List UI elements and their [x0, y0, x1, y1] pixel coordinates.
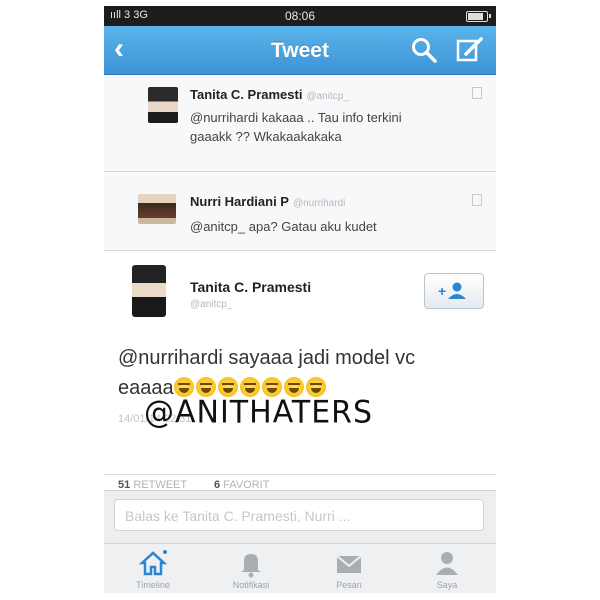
clock: 08:06 [284, 9, 316, 23]
reply-author: Tanita C. Pramesti @anitcp_ [190, 87, 349, 102]
tab-label: Timeline [136, 580, 170, 590]
tweet-text-line: @nurrihardi sayaaa jadi model vc [118, 347, 416, 369]
navigation-bar: ‹ Tweet [104, 26, 496, 75]
list-item[interactable]: Nurri Hardiani P @nurrihardi @anitcp_ apa… [104, 172, 496, 251]
person-icon [436, 552, 458, 575]
reply-author: Nurri Hardiani P @nurrihardi [190, 194, 345, 209]
reply-input[interactable]: Balas ke Tanita C. Pramesti, Nurri ... [114, 499, 484, 531]
tab-timeline[interactable]: Timeline [114, 544, 192, 593]
author-name: Tanita C. Pramesti [190, 87, 303, 102]
search-icon[interactable] [410, 36, 438, 64]
conversation-icon [472, 87, 482, 99]
add-person-icon: + [438, 282, 466, 299]
bell-icon [241, 554, 261, 578]
tab-me[interactable]: Saya [408, 544, 486, 593]
battery-tip [489, 14, 491, 18]
author-handle: @nurrihardi [292, 198, 346, 209]
battery-icon [466, 11, 488, 22]
avatar[interactable] [148, 87, 178, 123]
reply-text-line: @nurrihardi kakaaa .. Tau info terkini [190, 110, 402, 125]
avatar[interactable] [138, 194, 176, 224]
author-handle: @anitcp_ [306, 91, 349, 102]
reply-bar: Balas ke Tanita C. Pramesti, Nurri ... [104, 490, 496, 543]
status-bar: ııll 3 3G 08:06 [104, 6, 496, 26]
tab-label: Notifikasi [232, 580, 270, 590]
envelope-icon [336, 555, 362, 573]
tab-messages[interactable]: Pesan [310, 544, 388, 593]
conversation-icon [472, 194, 482, 206]
svg-text:+: + [438, 283, 446, 299]
reply-text: @anitcp_ apa? Gatau aku kudet [190, 217, 377, 236]
list-item[interactable]: Tanita C. Pramesti @anitcp_ @nurrihardi k… [104, 75, 496, 172]
author-name[interactable]: Tanita C. Pramesti [190, 279, 311, 295]
author-name: Nurri Hardiani P [190, 194, 289, 209]
reply-text-line: gaaakk ?? Wkakaakakaka [190, 129, 342, 144]
reply-text-line: @anitcp_ apa? Gatau aku kudet [190, 219, 377, 234]
reply-text: @nurrihardi kakaaa .. Tau info terkini g… [190, 108, 402, 146]
home-icon [138, 550, 168, 576]
tab-bar: Timeline Notifikasi Pesan Saya [104, 543, 496, 593]
watermark-text: @ANITHATERS [144, 394, 374, 431]
compose-icon[interactable] [456, 36, 484, 64]
follow-button[interactable]: + [424, 273, 484, 309]
main-tweet: Tanita C. Pramesti @anitcp_ + @nurrihard… [104, 251, 496, 491]
tab-notifications[interactable]: Notifikasi [212, 544, 290, 593]
author-handle: @anitcp_ [190, 299, 233, 310]
phone-screen: ııll 3 3G 08:06 ‹ Tweet Tanita C. Prames… [104, 6, 496, 593]
tab-label: Saya [436, 580, 458, 590]
avatar[interactable] [132, 265, 166, 317]
tab-label: Pesan [336, 580, 362, 590]
